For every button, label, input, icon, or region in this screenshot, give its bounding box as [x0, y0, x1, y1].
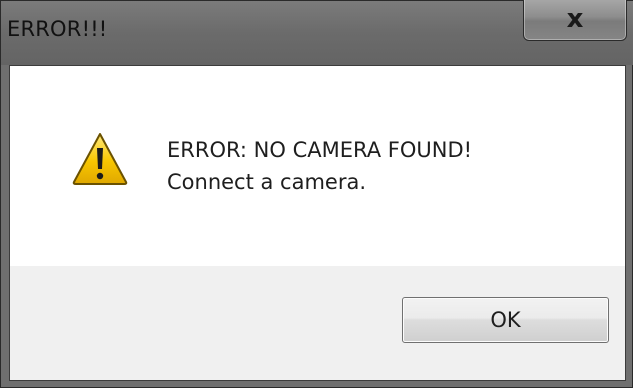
dialog-client-area: ERROR: NO CAMERA FOUND! Connect a camera… [9, 65, 626, 381]
error-message-line-2: Connect a camera. [167, 170, 367, 194]
ok-button[interactable]: OK [402, 297, 609, 343]
window-title: ERROR!!! [7, 17, 108, 41]
warning-icon [72, 133, 128, 185]
error-message: ERROR: NO CAMERA FOUND! Connect a camera… [167, 134, 472, 198]
message-panel: ERROR: NO CAMERA FOUND! Connect a camera… [10, 66, 625, 266]
close-icon: x [566, 4, 584, 34]
error-dialog-window: ERROR!!! x ERROR: NO CAMERA FOUND! Conne… [0, 0, 633, 388]
title-bar[interactable]: ERROR!!! x [1, 0, 633, 65]
button-bar: OK [10, 266, 625, 380]
close-button[interactable]: x [523, 0, 627, 41]
error-message-line-1: ERROR: NO CAMERA FOUND! [167, 138, 473, 162]
